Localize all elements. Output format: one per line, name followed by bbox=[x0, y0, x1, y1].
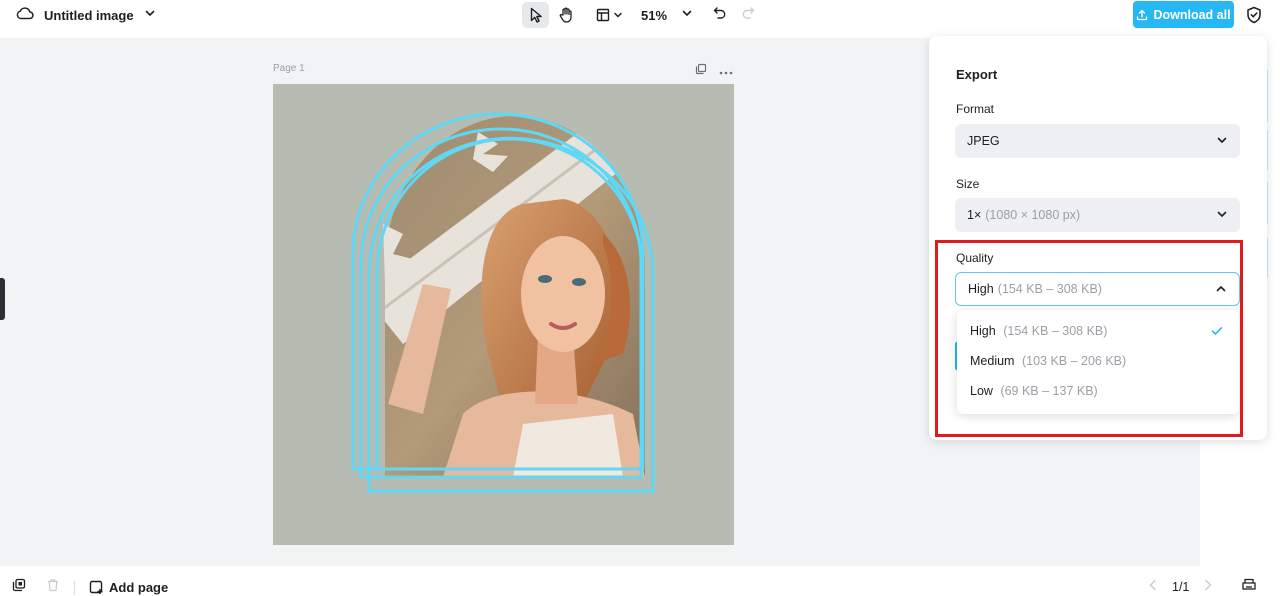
option-detail: (103 KB – 206 KB) bbox=[1021, 354, 1127, 368]
add-page-icon bbox=[89, 580, 103, 594]
hand-icon bbox=[559, 7, 572, 23]
option-detail: (154 KB – 308 KB) bbox=[1003, 324, 1108, 338]
layout-menu-button[interactable] bbox=[592, 2, 626, 28]
size-detail: (1080 × 1080 px) bbox=[985, 208, 1081, 222]
duplicate-page-icon[interactable] bbox=[695, 62, 707, 80]
quality-option-medium[interactable]: Medium (103 KB – 206 KB) bbox=[970, 354, 1126, 368]
option-label: High bbox=[970, 324, 996, 338]
quality-value: High bbox=[968, 282, 994, 296]
more-options-icon[interactable] bbox=[719, 62, 733, 80]
download-all-label: Download all bbox=[1153, 7, 1231, 22]
bottom-left-tools: Add page bbox=[12, 578, 168, 596]
divider bbox=[74, 580, 75, 595]
page-navigation: 1/1 bbox=[1148, 578, 1257, 595]
quality-dropdown: High (154 KB – 308 KB) Medium (103 KB – … bbox=[957, 310, 1239, 414]
export-title: Export bbox=[956, 67, 998, 82]
portrait-photo bbox=[385, 116, 645, 477]
quality-option-high[interactable]: High (154 KB – 308 KB) bbox=[970, 324, 1107, 338]
document-menu[interactable]: Untitled image bbox=[16, 0, 156, 30]
quality-option-low[interactable]: Low (69 KB – 137 KB) bbox=[970, 384, 1098, 398]
select-tool-button[interactable] bbox=[522, 2, 549, 28]
pointer-icon bbox=[530, 7, 542, 23]
trash-icon[interactable] bbox=[46, 578, 60, 596]
layers-icon[interactable] bbox=[12, 578, 26, 596]
format-value: JPEG bbox=[967, 134, 1000, 148]
top-bar: Untitled image 51% Download all bbox=[0, 0, 1280, 38]
option-detail: (69 KB – 137 KB) bbox=[1000, 384, 1098, 398]
print-icon[interactable] bbox=[1241, 578, 1257, 595]
check-icon bbox=[1211, 327, 1223, 335]
left-panel-handle[interactable] bbox=[0, 278, 5, 320]
chevron-down-icon[interactable] bbox=[144, 6, 156, 24]
add-page-button[interactable]: Add page bbox=[89, 580, 168, 595]
page-actions bbox=[695, 62, 733, 80]
canvas-toolbar: 51% bbox=[522, 2, 755, 28]
zoom-level[interactable]: 51% bbox=[641, 8, 667, 23]
upload-icon bbox=[1137, 9, 1148, 20]
hand-tool-button[interactable] bbox=[552, 2, 579, 28]
page-counter: 1/1 bbox=[1172, 579, 1190, 594]
page-label: Page 1 bbox=[273, 63, 305, 74]
undo-icon[interactable] bbox=[713, 6, 727, 25]
arch-photo-frame[interactable] bbox=[273, 84, 734, 545]
quality-select[interactable]: High (154 KB – 308 KB) bbox=[955, 272, 1240, 306]
option-label: Low bbox=[970, 384, 993, 398]
cloud-icon[interactable] bbox=[16, 6, 34, 25]
download-all-button[interactable]: Download all bbox=[1133, 1, 1234, 28]
redo-icon[interactable] bbox=[741, 6, 755, 25]
quality-detail: (154 KB – 308 KB) bbox=[997, 282, 1102, 296]
chevron-down-icon bbox=[613, 12, 622, 18]
size-value: 1× bbox=[967, 208, 982, 222]
format-label: Format bbox=[956, 102, 995, 116]
size-label: Size bbox=[956, 177, 980, 191]
previous-page-icon[interactable] bbox=[1148, 579, 1158, 594]
layout-icon bbox=[596, 8, 609, 22]
format-select[interactable]: JPEG bbox=[955, 124, 1240, 158]
bottom-bar: Add page 1/1 bbox=[0, 566, 1280, 596]
zoom-chevron-down-icon[interactable] bbox=[681, 6, 693, 24]
artboard[interactable] bbox=[273, 84, 734, 545]
size-select[interactable]: 1× (1080 × 1080 px) bbox=[955, 198, 1240, 232]
quality-label: Quality bbox=[956, 251, 994, 265]
document-title[interactable]: Untitled image bbox=[44, 8, 134, 23]
next-page-icon[interactable] bbox=[1203, 579, 1213, 594]
option-label: Medium bbox=[970, 354, 1015, 368]
chevron-down-icon bbox=[1217, 137, 1227, 143]
chevron-down-icon bbox=[1217, 211, 1227, 217]
add-page-label: Add page bbox=[109, 580, 169, 595]
chevron-up-icon bbox=[1216, 286, 1226, 292]
shield-check-icon[interactable] bbox=[1246, 6, 1262, 29]
